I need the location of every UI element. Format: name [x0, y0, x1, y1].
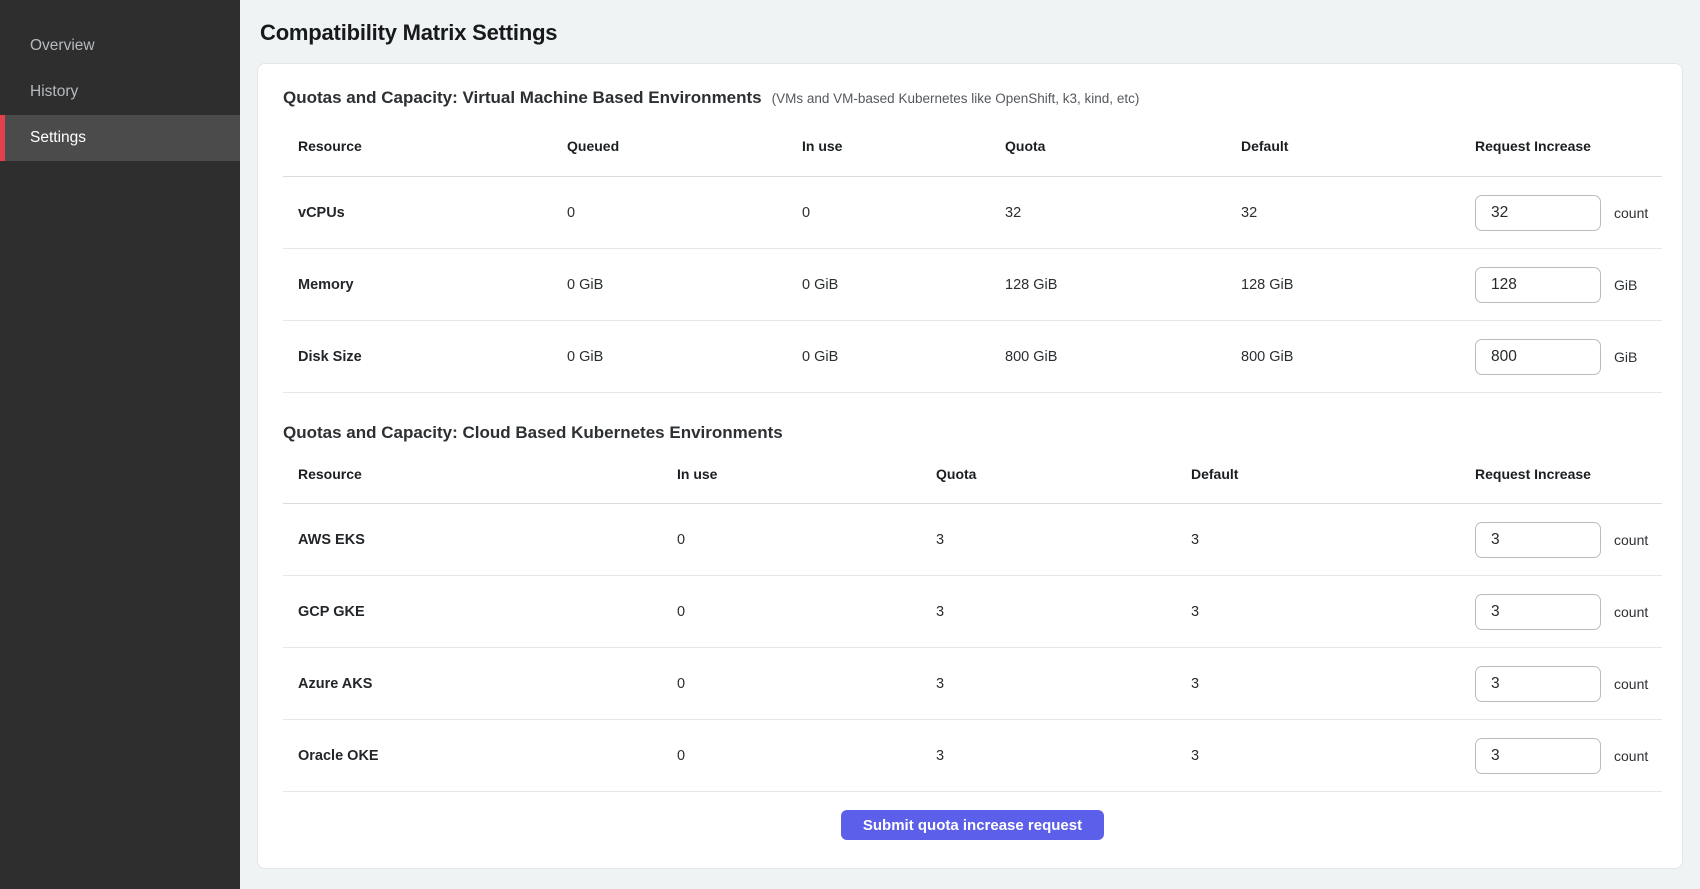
- vm-section-heading: Quotas and Capacity: Virtual Machine Bas…: [283, 88, 762, 108]
- column-header-resource: Resource: [283, 108, 552, 177]
- table-row-azure-aks: Azure AKS 0 3 3 count: [283, 648, 1662, 720]
- column-header-quota: Quota: [921, 443, 1176, 504]
- sidebar-item-history[interactable]: History: [0, 69, 240, 115]
- unit-label: GiB: [1614, 349, 1637, 365]
- default-value: 3: [1176, 576, 1460, 648]
- in-use-value: 0: [662, 648, 921, 720]
- request-increase-cell: count: [1475, 195, 1662, 231]
- app-window: Overview History Settings Compatibility …: [0, 0, 1700, 889]
- column-header-resource: Resource: [283, 443, 662, 504]
- sidebar-item-label: History: [30, 83, 78, 101]
- table-row-oracle-oke: Oracle OKE 0 3 3 count: [283, 720, 1662, 792]
- resource-label: Memory: [283, 249, 552, 321]
- cloud-section-heading: Quotas and Capacity: Cloud Based Kuberne…: [283, 423, 1662, 443]
- unit-label: count: [1614, 604, 1648, 620]
- submit-quota-increase-button[interactable]: Submit quota increase request: [841, 810, 1104, 840]
- sidebar-item-label: Settings: [30, 129, 86, 147]
- default-value: 3: [1176, 504, 1460, 576]
- column-header-request-increase: Request Increase: [1460, 108, 1662, 177]
- page-title: Compatibility Matrix Settings: [260, 20, 1683, 46]
- table-row-aws-eks: AWS EKS 0 3 3 count: [283, 504, 1662, 576]
- quota-value: 3: [921, 576, 1176, 648]
- quota-value: 800 GiB: [990, 321, 1226, 393]
- column-header-in-use: In use: [787, 108, 990, 177]
- resource-label: Disk Size: [283, 321, 552, 393]
- vcpus-request-input[interactable]: [1475, 195, 1601, 231]
- submit-row: Submit quota increase request: [283, 810, 1662, 840]
- resource-label: Azure AKS: [283, 648, 662, 720]
- oracle-oke-request-input[interactable]: [1475, 738, 1601, 774]
- queued-value: 0 GiB: [552, 321, 787, 393]
- request-increase-cell: count: [1475, 594, 1662, 630]
- default-value: 3: [1176, 720, 1460, 792]
- table-row-disk-size: Disk Size 0 GiB 0 GiB 800 GiB 800 GiB Gi…: [283, 321, 1662, 393]
- queued-value: 0 GiB: [552, 249, 787, 321]
- default-value: 128 GiB: [1226, 249, 1460, 321]
- cloud-quota-section: Quotas and Capacity: Cloud Based Kuberne…: [283, 423, 1662, 792]
- table-row-vcpus: vCPUs 0 0 32 32 count: [283, 177, 1662, 249]
- unit-label: count: [1614, 676, 1648, 692]
- in-use-value: 0: [787, 177, 990, 249]
- resource-label: AWS EKS: [283, 504, 662, 576]
- column-header-request-increase: Request Increase: [1460, 443, 1662, 504]
- vm-section-subtitle: (VMs and VM-based Kubernetes like OpenSh…: [772, 91, 1140, 106]
- column-header-default: Default: [1226, 108, 1460, 177]
- vm-table-header-row: Resource Queued In use Quota Default Req…: [283, 108, 1662, 177]
- table-row-memory: Memory 0 GiB 0 GiB 128 GiB 128 GiB GiB: [283, 249, 1662, 321]
- quota-value: 32: [990, 177, 1226, 249]
- default-value: 800 GiB: [1226, 321, 1460, 393]
- disk-size-request-input[interactable]: [1475, 339, 1601, 375]
- resource-label: Oracle OKE: [283, 720, 662, 792]
- in-use-value: 0: [662, 720, 921, 792]
- sidebar-item-label: Overview: [30, 37, 95, 55]
- in-use-value: 0: [662, 504, 921, 576]
- quota-value: 128 GiB: [990, 249, 1226, 321]
- cloud-table-header-row: Resource In use Quota Default Request In…: [283, 443, 1662, 504]
- unit-label: count: [1614, 532, 1648, 548]
- request-increase-cell: count: [1475, 738, 1662, 774]
- unit-label: count: [1614, 748, 1648, 764]
- default-value: 32: [1226, 177, 1460, 249]
- cloud-quota-table: Resource In use Quota Default Request In…: [283, 443, 1662, 792]
- column-header-default: Default: [1176, 443, 1460, 504]
- azure-aks-request-input[interactable]: [1475, 666, 1601, 702]
- unit-label: GiB: [1614, 277, 1637, 293]
- request-increase-cell: GiB: [1475, 267, 1662, 303]
- sidebar-nav: Overview History Settings: [0, 23, 240, 161]
- quota-value: 3: [921, 648, 1176, 720]
- column-header-in-use: In use: [662, 443, 921, 504]
- in-use-value: 0 GiB: [787, 249, 990, 321]
- request-increase-cell: GiB: [1475, 339, 1662, 375]
- queued-value: 0: [552, 177, 787, 249]
- request-increase-cell: count: [1475, 522, 1662, 558]
- quota-value: 3: [921, 720, 1176, 792]
- column-header-queued: Queued: [552, 108, 787, 177]
- sidebar-item-settings[interactable]: Settings: [0, 115, 240, 161]
- request-increase-cell: count: [1475, 666, 1662, 702]
- settings-card: Quotas and Capacity: Virtual Machine Bas…: [257, 63, 1683, 869]
- column-header-quota: Quota: [990, 108, 1226, 177]
- vm-section-head: Quotas and Capacity: Virtual Machine Bas…: [283, 88, 1662, 108]
- main-content: Compatibility Matrix Settings Quotas and…: [240, 0, 1700, 889]
- resource-label: vCPUs: [283, 177, 552, 249]
- resource-label: GCP GKE: [283, 576, 662, 648]
- unit-label: count: [1614, 205, 1648, 221]
- memory-request-input[interactable]: [1475, 267, 1601, 303]
- in-use-value: 0 GiB: [787, 321, 990, 393]
- sidebar: Overview History Settings: [0, 0, 240, 889]
- vm-quota-section: Quotas and Capacity: Virtual Machine Bas…: [283, 88, 1662, 393]
- table-row-gcp-gke: GCP GKE 0 3 3 count: [283, 576, 1662, 648]
- in-use-value: 0: [662, 576, 921, 648]
- vm-quota-table: Resource Queued In use Quota Default Req…: [283, 108, 1662, 393]
- sidebar-item-overview[interactable]: Overview: [0, 23, 240, 69]
- quota-value: 3: [921, 504, 1176, 576]
- gcp-gke-request-input[interactable]: [1475, 594, 1601, 630]
- aws-eks-request-input[interactable]: [1475, 522, 1601, 558]
- default-value: 3: [1176, 648, 1460, 720]
